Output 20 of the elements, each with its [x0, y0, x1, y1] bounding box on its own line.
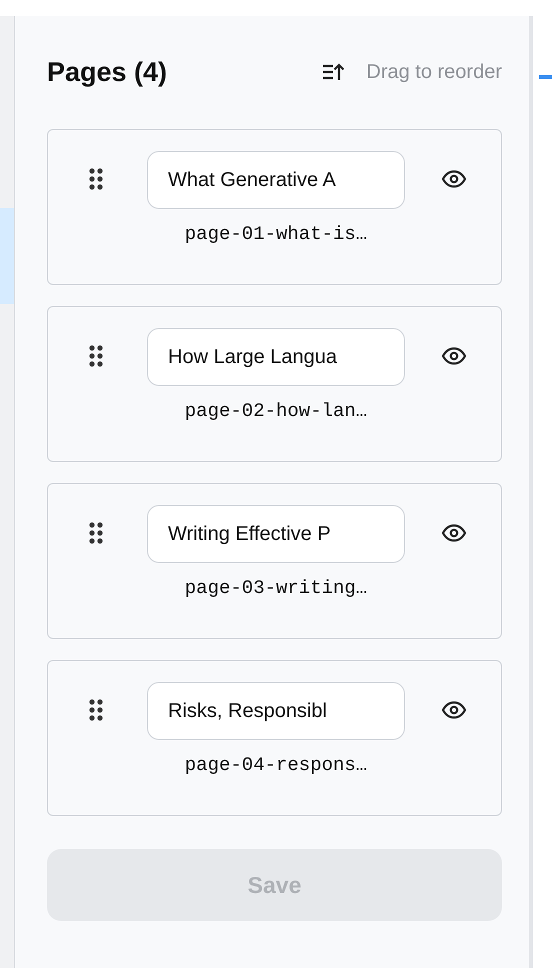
- page-title-field[interactable]: Risks, Responsibl: [147, 682, 405, 740]
- drag-handle-icon[interactable]: [89, 699, 103, 721]
- progress-indicator: [539, 75, 552, 79]
- reorder-hint: Drag to reorder: [366, 60, 502, 84]
- page-slug: page-04-respons…: [184, 754, 368, 776]
- page-title-field[interactable]: What Generative A: [147, 151, 405, 209]
- drag-handle-icon[interactable]: [89, 522, 103, 544]
- eye-icon[interactable]: [441, 346, 467, 366]
- page-title-field[interactable]: Writing Effective P: [147, 505, 405, 563]
- eye-icon[interactable]: [441, 700, 467, 720]
- panel-title: Pages (4): [47, 56, 168, 88]
- page-slug: page-02-how-lan…: [184, 400, 368, 422]
- eye-icon[interactable]: [441, 169, 467, 189]
- page-title-field[interactable]: How Large Langua: [147, 328, 405, 386]
- page-slug: page-01-what-is…: [184, 223, 368, 245]
- eye-icon[interactable]: [441, 523, 467, 543]
- drag-handle-icon[interactable]: [89, 345, 103, 367]
- page-slug: page-03-writing…: [184, 577, 368, 599]
- sort-icon: [322, 62, 344, 82]
- drag-handle-icon[interactable]: [89, 168, 103, 190]
